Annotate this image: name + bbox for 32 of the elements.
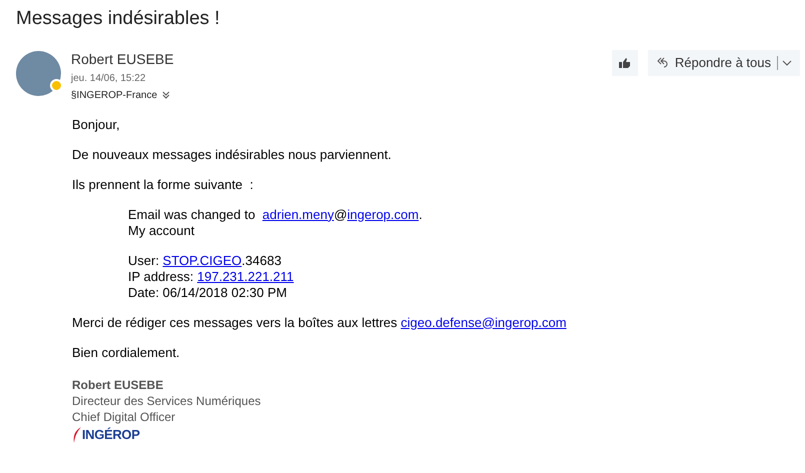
thumbs-up-icon <box>619 58 630 68</box>
reply-all-button[interactable]: Répondre à tous <box>648 50 800 76</box>
email-link[interactable]: ingerop.com <box>347 206 419 222</box>
logo-text: INGÉROP <box>82 426 140 442</box>
quoted-line: User: STOP.CIGEO.34683 <box>128 252 282 268</box>
body-paragraph: Bonjour, <box>72 116 121 132</box>
email-subject: Messages indésirables ! <box>16 7 221 31</box>
email-link[interactable]: adrien.meny <box>262 206 334 222</box>
body-paragraph: Ils prennent la forme suivante : <box>72 176 254 192</box>
reply-all-icon <box>656 56 668 68</box>
signature-line: Chief Digital Officer <box>72 408 176 424</box>
email-link[interactable]: cigeo.defense@ingerop.com <box>400 314 566 330</box>
swoosh-icon <box>72 426 82 444</box>
signature-name: Robert EUSEBE <box>72 376 164 392</box>
sent-date: jeu. 14/06, 15:22 <box>71 72 147 86</box>
recipient[interactable]: §INGEROP-France <box>71 88 158 102</box>
email-link[interactable]: 197.231.221.211 <box>197 268 294 284</box>
quoted-line: IP address: 197.231.221.211 <box>128 268 295 284</box>
reply-all-label: Répondre à tous <box>674 54 771 72</box>
body-paragraph: Bien cordialement. <box>72 344 181 360</box>
quoted-line: Date: 06/14/2018 02:30 PM <box>128 284 288 300</box>
avatar[interactable] <box>16 50 61 96</box>
body-paragraph: Merci de rédiger ces messages vers la boîtes aux lettres cigeo.defense@ingerop.com <box>72 314 568 330</box>
like-button[interactable] <box>612 50 638 76</box>
body-paragraph: De nouveaux messages indésirables nous parviennent. <box>72 146 392 162</box>
signature-line: Directeur des Services Numériques <box>72 392 262 408</box>
dropdown-chevron-icon[interactable] <box>782 60 792 66</box>
email-link[interactable]: STOP.CIGEO <box>162 252 242 268</box>
quoted-line: Email was changed to adrien.meny@ingerop.com. <box>128 206 424 222</box>
quoted-line: My account <box>128 222 196 238</box>
expand-chevron-icon[interactable] <box>162 91 170 99</box>
sender-name[interactable]: Robert EUSEBE <box>71 50 174 68</box>
